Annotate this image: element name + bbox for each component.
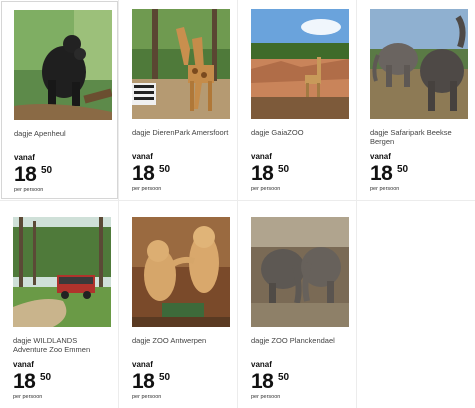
price-integer: 18 bbox=[132, 162, 155, 185]
product-image-gorilla[interactable] bbox=[14, 10, 112, 120]
product-image-lions[interactable] bbox=[132, 217, 230, 327]
price-decimals: 50 bbox=[159, 372, 171, 383]
price-integer: 18 bbox=[370, 162, 393, 185]
price-decimals: 50 bbox=[278, 164, 290, 175]
product-card-safaripark-beekse-bergen[interactable]: dagje Safaripark Beekse Bergen vanaf 18 … bbox=[358, 1, 475, 199]
price-unit: per persoon bbox=[13, 394, 43, 400]
product-image-safari-truck[interactable] bbox=[13, 217, 111, 327]
truck-image bbox=[13, 217, 111, 327]
price-unit: per persoon bbox=[251, 394, 281, 400]
product-card-wildlands[interactable]: dagje WILDLANDS Adventure Zoo Emmen vana… bbox=[1, 209, 118, 407]
product-image-gaiazoo-savanna[interactable] bbox=[251, 9, 349, 119]
price: 18 50 bbox=[132, 162, 170, 186]
product-name[interactable]: dagje Safaripark Beekse Bergen bbox=[370, 128, 470, 146]
product-name[interactable]: dagje ZOO Planckendael bbox=[251, 336, 351, 345]
grid-divider bbox=[0, 200, 475, 201]
product-grid: dagje Apenheul vanaf 18 50 per persoon d… bbox=[0, 0, 475, 408]
product-name[interactable]: dagje Apenheul bbox=[14, 129, 114, 138]
price: 18 50 bbox=[370, 162, 408, 186]
grid-divider bbox=[118, 0, 119, 408]
price: 18 50 bbox=[13, 370, 51, 394]
price: 18 50 bbox=[132, 370, 170, 394]
product-card-zoo-planckendael[interactable]: dagje ZOO Planckendael vanaf 18 50 per p… bbox=[239, 209, 356, 407]
price-from-label: vanaf bbox=[13, 360, 34, 369]
price-from-label: vanaf bbox=[251, 360, 272, 369]
product-card-zoo-antwerpen[interactable]: dagje ZOO Antwerpen vanaf 18 50 per pers… bbox=[120, 209, 237, 407]
product-name[interactable]: dagje WILDLANDS Adventure Zoo Emmen bbox=[13, 336, 113, 354]
lion-image bbox=[132, 217, 230, 327]
product-card-gaiazoo[interactable]: dagje GaiaZOO vanaf 18 50 per persoon bbox=[239, 1, 356, 199]
price-integer: 18 bbox=[251, 370, 274, 393]
price-decimals: 50 bbox=[40, 372, 52, 383]
grid-divider bbox=[356, 0, 357, 408]
price-from-label: vanaf bbox=[251, 152, 272, 161]
price-integer: 18 bbox=[14, 163, 37, 186]
grid-divider bbox=[237, 0, 238, 408]
product-image-giraffe[interactable] bbox=[132, 9, 230, 119]
product-name[interactable]: dagje DierenPark Amersfoort bbox=[132, 128, 232, 137]
product-card-dierenpark-amersfoort[interactable]: dagje DierenPark Amersfoort vanaf 18 50 … bbox=[120, 1, 237, 199]
price-unit: per persoon bbox=[132, 394, 162, 400]
young-elephant-image bbox=[251, 217, 349, 327]
price-unit: per persoon bbox=[14, 187, 44, 193]
price-unit: per persoon bbox=[132, 186, 162, 192]
product-name[interactable]: dagje ZOO Antwerpen bbox=[132, 336, 232, 345]
price-integer: 18 bbox=[251, 162, 274, 185]
price-from-label: vanaf bbox=[132, 360, 153, 369]
price-unit: per persoon bbox=[251, 186, 281, 192]
price-decimals: 50 bbox=[397, 164, 409, 175]
product-image-young-elephants[interactable] bbox=[251, 217, 349, 327]
elephant-image bbox=[370, 9, 468, 119]
price-from-label: vanaf bbox=[370, 152, 391, 161]
product-name[interactable]: dagje GaiaZOO bbox=[251, 128, 351, 137]
price-integer: 18 bbox=[13, 370, 36, 393]
price-from-label: vanaf bbox=[132, 152, 153, 161]
giraffe-image bbox=[132, 9, 230, 119]
price-unit: per persoon bbox=[370, 186, 400, 192]
product-image-elephants[interactable] bbox=[370, 9, 468, 119]
gorilla-image bbox=[14, 10, 112, 120]
price: 18 50 bbox=[251, 162, 289, 186]
price: 18 50 bbox=[14, 163, 52, 187]
price: 18 50 bbox=[251, 370, 289, 394]
savanna-image bbox=[251, 9, 349, 119]
price-decimals: 50 bbox=[278, 372, 290, 383]
price-from-label: vanaf bbox=[14, 153, 35, 162]
product-card-apenheul[interactable]: dagje Apenheul vanaf 18 50 per persoon bbox=[1, 1, 118, 199]
price-decimals: 50 bbox=[41, 165, 53, 176]
price-integer: 18 bbox=[132, 370, 155, 393]
price-decimals: 50 bbox=[159, 164, 171, 175]
